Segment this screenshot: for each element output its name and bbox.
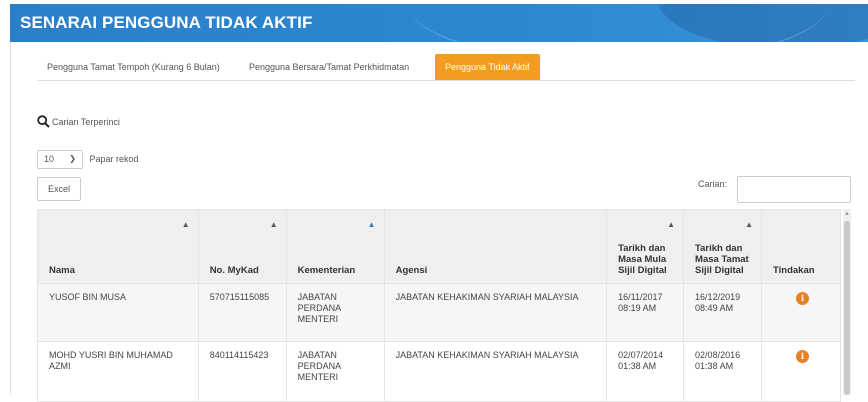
sort-icon: ▲︎ [269, 220, 278, 229]
column-label: No. MyKad [209, 265, 259, 276]
cell-mykad: 840114115423 [197, 341, 287, 402]
page-length-label: Papar rekod [89, 154, 139, 164]
cell-tamat: 02/08/2016 01:38 AM [683, 341, 762, 402]
cell-nama: YUSOF BIN MUSA [37, 283, 199, 342]
column-header-tamat[interactable]: ▲︎ Tarikh dan Masa Tamat Sijil Digital [683, 209, 762, 284]
column-header-kementerian[interactable]: ▲ Kementerian [285, 209, 385, 284]
header-decoration-arc [408, 4, 828, 42]
column-label: Tindakan [773, 265, 815, 276]
advanced-search-label: Carian Terperinci [52, 117, 120, 127]
main-panel: Pengguna Tamat Tempoh (Kurang 6 Bulan) P… [10, 42, 868, 402]
cell-agensi: JABATAN KEHAKIMAN SYARIAH MALAYSIA [383, 283, 608, 342]
column-label: Tarikh dan Masa Mula Sijil Digital [618, 243, 667, 276]
cell-nama: MOHD YUSRI BIN MUHAMAD AZMI [37, 341, 199, 402]
advanced-search-link[interactable]: Carian Terperinci [37, 115, 120, 128]
cell-mula: 16/11/2017 08:19 AM [606, 283, 685, 342]
tab-expired-users[interactable]: Pengguna Tamat Tempoh (Kurang 6 Bulan) [37, 54, 230, 81]
table-header-row: ▲︎ Nama ▲︎ No. MyKad ▲ Kementerian Agensi ▲… [37, 209, 841, 284]
tab-inactive-users[interactable]: Pengguna Tidak Aktif [435, 54, 540, 81]
column-header-agensi: Agensi [383, 209, 608, 284]
table-row: YUSOF BIN MUSA 570715115085 JABATAN PERD… [37, 283, 841, 342]
cell-tamat: 16/12/2019 08:49 AM [683, 283, 762, 342]
tab-retired-users[interactable]: Pengguna Bersara/Tamat Perkhidmatan [239, 54, 419, 81]
page-header: SENARAI PENGGUNA TIDAK AKTIF [10, 4, 868, 42]
users-table: ▲︎ Nama ▲︎ No. MyKad ▲ Kementerian Agensi ▲… [37, 209, 841, 402]
sort-icon: ▲︎ [667, 220, 676, 229]
column-header-mula[interactable]: ▲︎ Tarikh dan Masa Mula Sijil Digital [606, 209, 685, 284]
cell-mula: 02/07/2014 01:38 AM [606, 341, 685, 402]
sort-icon: ▲︎ [181, 220, 190, 229]
cell-mykad: 570715115085 [197, 283, 287, 342]
info-icon[interactable]: i [796, 292, 809, 305]
column-label: Nama [49, 265, 75, 276]
chevron-down-icon: ❯ [69, 154, 76, 163]
cell-agensi: JABATAN KEHAKIMAN SYARIAH MALAYSIA [383, 341, 608, 402]
excel-export-button[interactable]: Excel [37, 177, 81, 201]
page-title: SENARAI PENGGUNA TIDAK AKTIF [20, 13, 313, 32]
column-header-mykad[interactable]: ▲︎ No. MyKad [197, 209, 287, 284]
cell-tindakan: i [761, 341, 841, 402]
page: SENARAI PENGGUNA TIDAK AKTIF Pengguna Ta… [0, 0, 868, 402]
cell-tindakan: i [761, 283, 841, 342]
cell-kementerian: JABATAN PERDANA MENTERI [285, 283, 385, 342]
column-label: Tarikh dan Masa Tamat Sijil Digital [695, 243, 749, 276]
page-length-select[interactable]: 10 ❯ [37, 150, 83, 169]
table-scrollbar[interactable]: ▲ [843, 209, 851, 395]
column-header-tindakan: Tindakan [761, 209, 841, 284]
sort-ascending-icon: ▲ [367, 220, 376, 229]
column-label: Agensi [395, 265, 428, 276]
page-length-value: 10 [44, 154, 55, 164]
column-header-nama[interactable]: ▲︎ Nama [37, 209, 199, 284]
tab-divider [37, 80, 855, 81]
table-row: MOHD YUSRI BIN MUHAMAD AZMI 840114115423… [37, 341, 841, 402]
sort-icon: ▲︎ [745, 220, 753, 229]
cell-kementerian: JABATAN PERDANA MENTERI [285, 341, 385, 402]
scrollbar-thumb[interactable] [844, 221, 850, 395]
filter-label: Carian: [698, 179, 728, 189]
column-label: Kementerian [297, 265, 356, 276]
scroll-up-icon[interactable]: ▲ [844, 211, 850, 217]
search-icon [37, 115, 50, 128]
filter-input[interactable] [737, 176, 851, 203]
info-icon[interactable]: i [796, 350, 809, 363]
page-length-control: 10 ❯ Papar rekod [37, 150, 139, 169]
